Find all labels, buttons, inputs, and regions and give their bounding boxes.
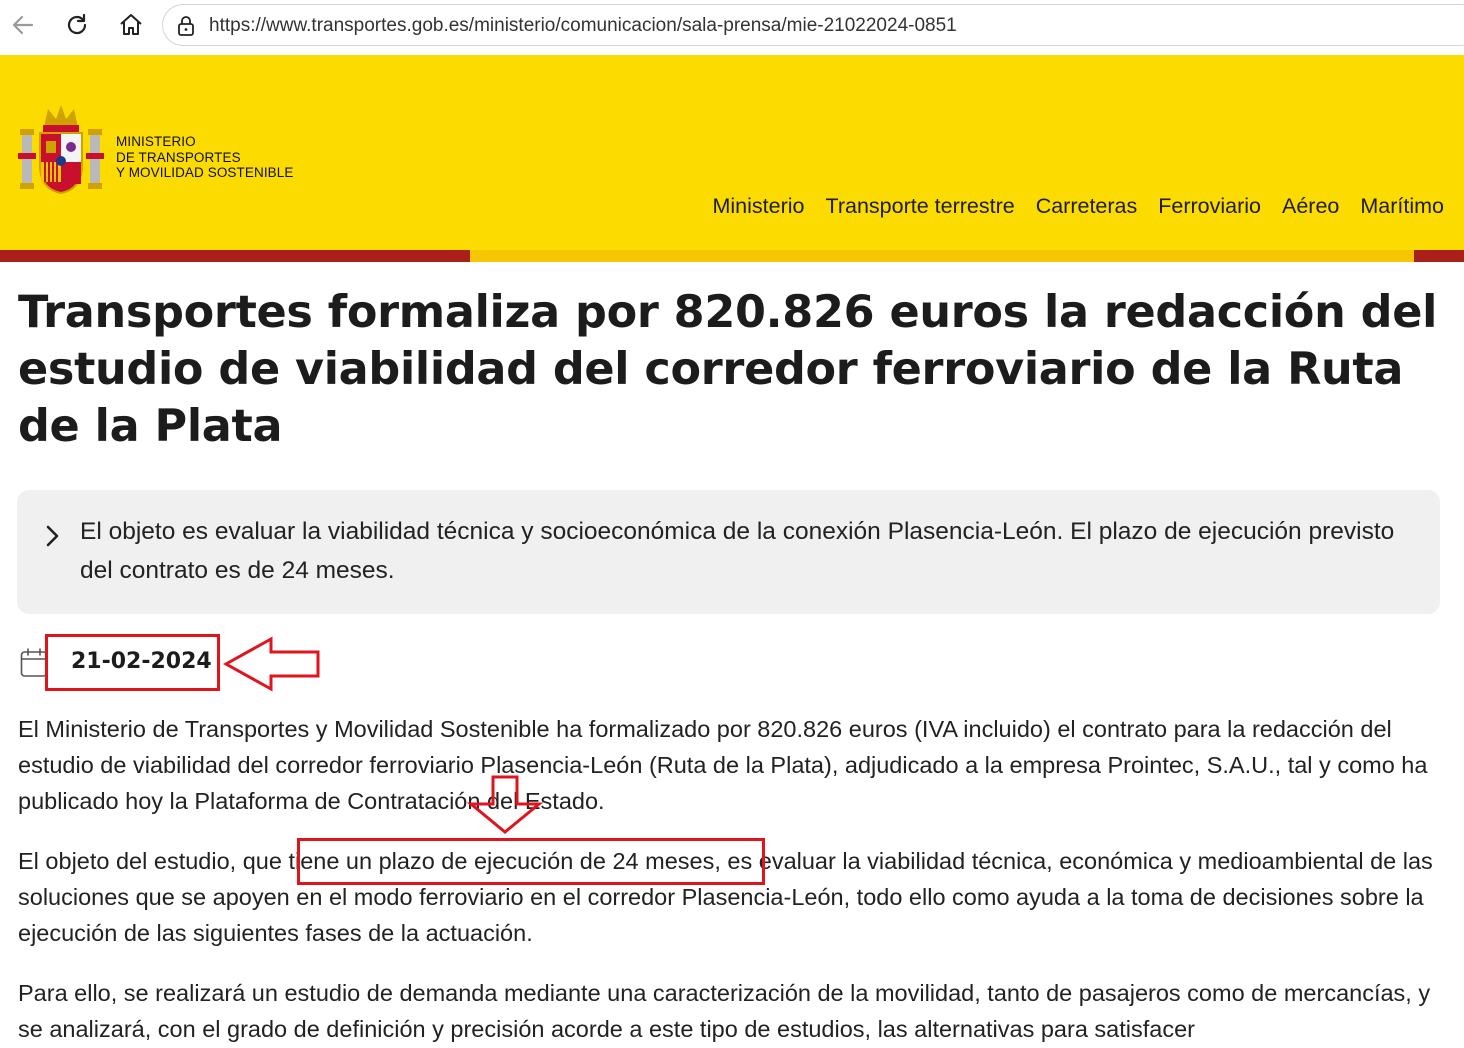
article-paragraph-3: Para ello, se realizará un estudio de de…	[18, 980, 1431, 1042]
header-stripe-segment	[470, 250, 1414, 262]
down-arrow-annotation-icon	[466, 775, 544, 834]
address-bar[interactable]: https://www.transportes.gob.es/ministeri…	[162, 4, 1464, 46]
main-navigation: Ministerio Transporte terrestre Carreter…	[692, 194, 1445, 219]
ministry-name-line: DE TRANSPORTES	[116, 149, 241, 165]
date-highlight-box	[45, 634, 220, 691]
nav-ferroviario[interactable]: Ferroviario	[1158, 194, 1261, 219]
coat-of-arms-logo[interactable]	[18, 103, 104, 195]
back-button[interactable]	[6, 8, 40, 42]
ministry-name[interactable]: MINISTERIO DE TRANSPORTES Y MOVILIDAD SO…	[116, 134, 294, 181]
ministry-name-line: Y MOVILIDAD SOSTENIBLE	[116, 165, 294, 180]
back-arrow-icon	[12, 15, 34, 35]
nav-carreteras[interactable]: Carreteras	[1036, 194, 1138, 219]
header-stripe	[0, 250, 1464, 262]
calendar-icon	[20, 648, 48, 677]
nav-transporte-terrestre[interactable]: Transporte terrestre	[826, 194, 1015, 219]
home-icon	[120, 14, 142, 35]
site-info-icon[interactable]	[175, 15, 197, 37]
nav-aereo[interactable]: Aéreo	[1282, 194, 1339, 219]
page-title: Transportes formaliza por 820.826 euros …	[18, 287, 1438, 452]
summary-box[interactable]: El objeto es evaluar la viabilidad técni…	[17, 490, 1440, 614]
chevron-right-icon	[46, 525, 59, 547]
ministry-name-line: MINISTERIO	[116, 134, 196, 149]
site-header: MINISTERIO DE TRANSPORTES Y MOVILIDAD SO…	[0, 55, 1464, 250]
browser-toolbar: https://www.transportes.gob.es/ministeri…	[0, 0, 1464, 52]
left-arrow-annotation-icon	[223, 636, 320, 692]
home-button[interactable]	[114, 8, 148, 42]
reload-icon	[67, 13, 87, 35]
url-text: https://www.transportes.gob.es/ministeri…	[209, 15, 957, 36]
nav-maritimo[interactable]: Marítimo	[1360, 194, 1444, 219]
summary-text: El objeto es evaluar la viabilidad técni…	[80, 518, 1395, 584]
reload-button[interactable]	[60, 8, 94, 42]
article-paragraph-1: El Ministerio de Transportes y Movilidad…	[18, 716, 1428, 814]
nav-ministerio[interactable]: Ministerio	[713, 194, 805, 219]
term-highlight-box	[297, 838, 765, 885]
